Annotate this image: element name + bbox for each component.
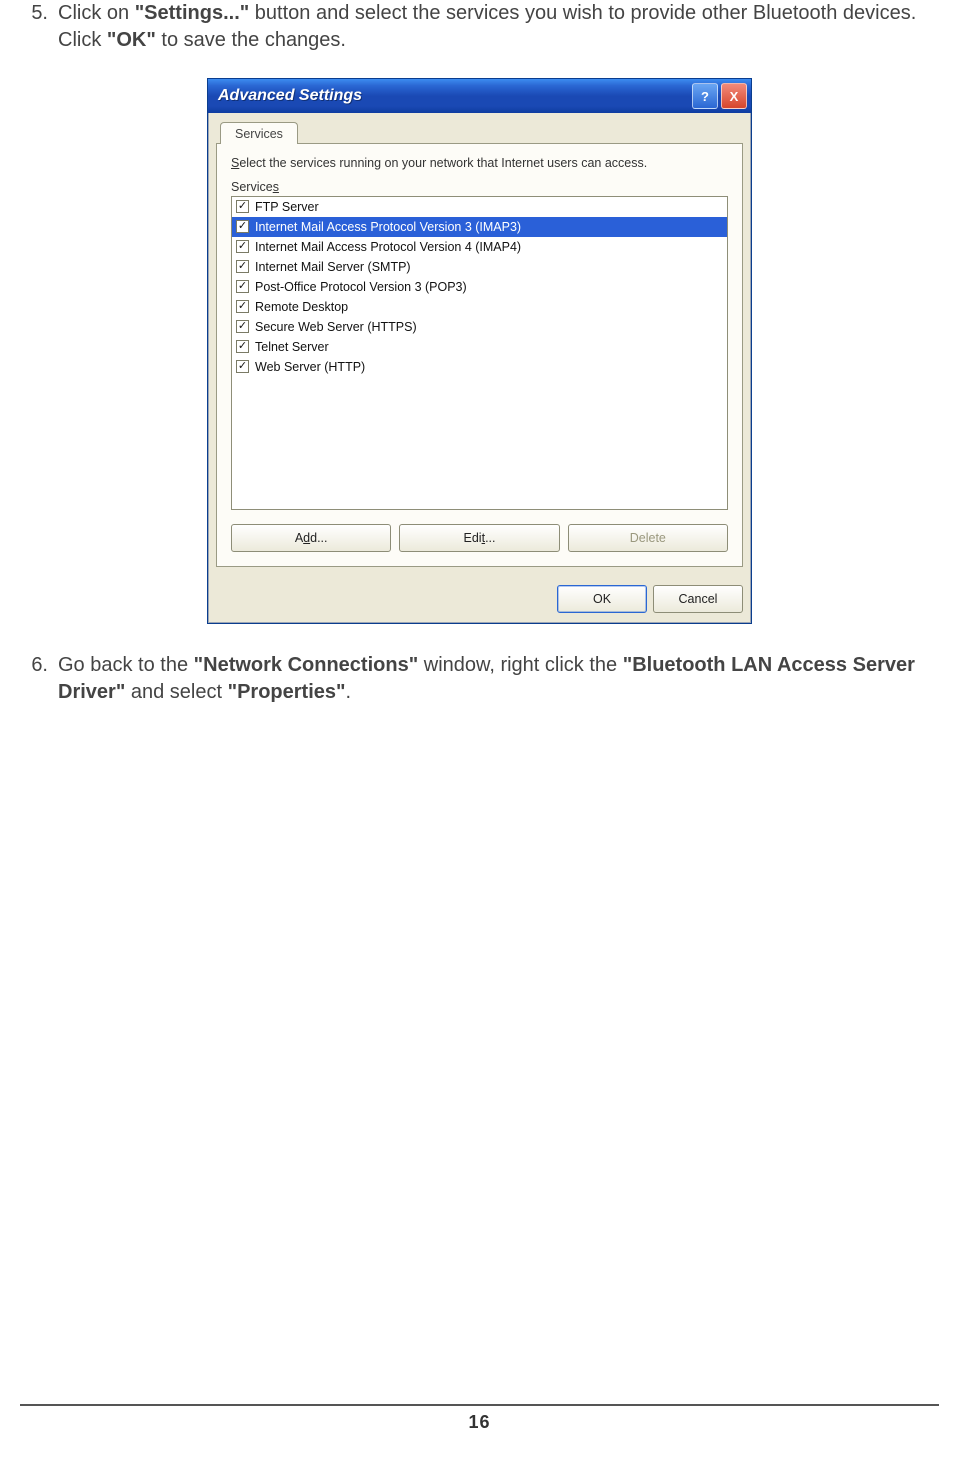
service-checkbox[interactable]: ✓ xyxy=(236,220,249,233)
service-label: Secure Web Server (HTTPS) xyxy=(255,320,417,334)
dialog-button-row: OK Cancel xyxy=(208,577,751,623)
footer-divider xyxy=(20,1404,939,1406)
step-text: Click on "Settings..." button and select… xyxy=(58,0,939,54)
service-checkbox[interactable]: ✓ xyxy=(236,280,249,293)
ok-button[interactable]: OK xyxy=(557,585,647,613)
step-number: 6. xyxy=(20,652,58,706)
step-number: 5. xyxy=(20,0,58,54)
service-label: Internet Mail Server (SMTP) xyxy=(255,260,411,274)
delete-button: Delete xyxy=(568,524,728,552)
titlebar: Advanced Settings ? X xyxy=(208,79,751,113)
page-number: 16 xyxy=(20,1412,939,1433)
tab-strip: Services xyxy=(216,119,743,144)
service-row[interactable]: ✓ Web Server (HTTP) xyxy=(232,357,727,377)
service-row[interactable]: ✓ Internet Mail Server (SMTP) xyxy=(232,257,727,277)
service-row[interactable]: ✓ Remote Desktop xyxy=(232,297,727,317)
service-row[interactable]: ✓ Internet Mail Access Protocol Version 4… xyxy=(232,237,727,257)
edit-button[interactable]: Edit... xyxy=(399,524,559,552)
service-checkbox[interactable]: ✓ xyxy=(236,200,249,213)
service-label: Post-Office Protocol Version 3 (POP3) xyxy=(255,280,467,294)
screenshot-advanced-settings: Advanced Settings ? X Services Select th… xyxy=(20,78,939,624)
services-listbox[interactable]: ✓ FTP Server ✓ Internet Mail Access Protoco… xyxy=(231,196,728,510)
tab-services[interactable]: Services xyxy=(220,122,298,144)
service-label: Internet Mail Access Protocol Version 3 … xyxy=(255,220,521,234)
service-checkbox[interactable]: ✓ xyxy=(236,320,249,333)
help-button[interactable]: ? xyxy=(692,83,718,109)
service-label: Web Server (HTTP) xyxy=(255,360,365,374)
advanced-settings-dialog: Advanced Settings ? X Services Select th… xyxy=(207,78,752,624)
service-row[interactable]: ✓ Post-Office Protocol Version 3 (POP3) xyxy=(232,277,727,297)
tab-panel-services: Select the services running on your netw… xyxy=(216,143,743,567)
service-checkbox[interactable]: ✓ xyxy=(236,360,249,373)
service-row[interactable]: ✓ Telnet Server xyxy=(232,337,727,357)
service-label: FTP Server xyxy=(255,200,319,214)
page-footer: 16 xyxy=(20,1404,939,1433)
instruction-step-5: 5. Click on "Settings..." button and sel… xyxy=(20,0,939,54)
instruction-step-6: 6. Go back to the "Network Connections" … xyxy=(20,652,939,706)
dialog-title: Advanced Settings xyxy=(218,87,689,105)
services-list-label: Services xyxy=(231,180,728,194)
cancel-button[interactable]: Cancel xyxy=(653,585,743,613)
service-checkbox[interactable]: ✓ xyxy=(236,300,249,313)
service-checkbox[interactable]: ✓ xyxy=(236,340,249,353)
service-row[interactable]: ✓ Internet Mail Access Protocol Version 3… xyxy=(232,217,727,237)
list-button-row: Add... Edit... Delete xyxy=(231,524,728,552)
panel-description: Select the services running on your netw… xyxy=(231,156,728,172)
service-label: Internet Mail Access Protocol Version 4 … xyxy=(255,240,521,254)
add-button[interactable]: Add... xyxy=(231,524,391,552)
step-text: Go back to the "Network Connections" win… xyxy=(58,652,939,706)
service-checkbox[interactable]: ✓ xyxy=(236,260,249,273)
service-row[interactable]: ✓ Secure Web Server (HTTPS) xyxy=(232,317,727,337)
service-label: Remote Desktop xyxy=(255,300,348,314)
service-row[interactable]: ✓ FTP Server xyxy=(232,197,727,217)
service-label: Telnet Server xyxy=(255,340,329,354)
service-checkbox[interactable]: ✓ xyxy=(236,240,249,253)
close-button[interactable]: X xyxy=(721,83,747,109)
